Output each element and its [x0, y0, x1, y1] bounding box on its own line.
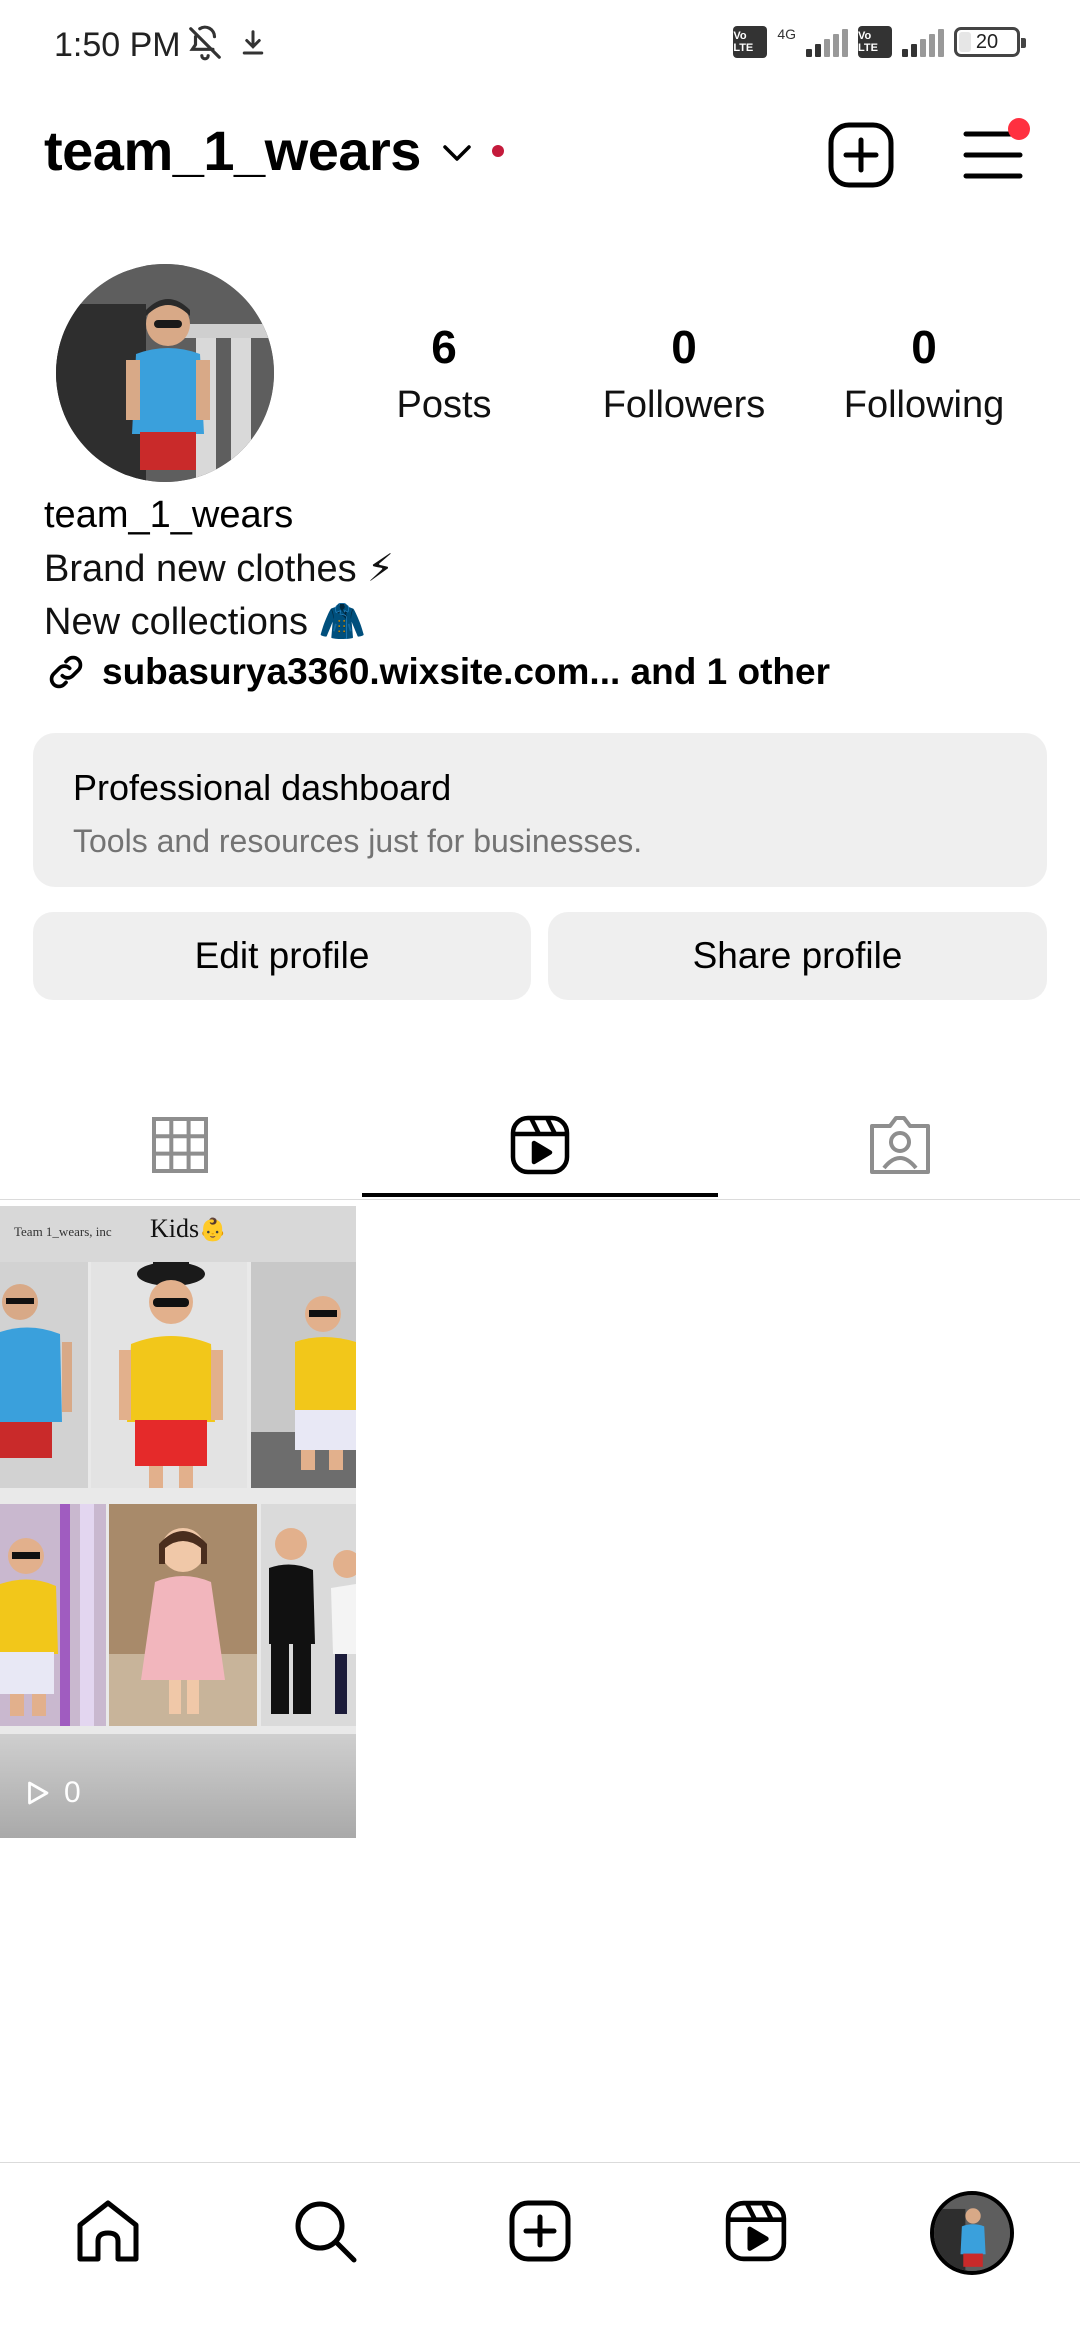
reel-photo-6 [261, 1504, 356, 1726]
reel-photo-3 [251, 1262, 356, 1488]
status-bar: 1:50 PM Vo LTE 4G Vo LTE 20 [0, 0, 1080, 96]
create-post-button[interactable] [826, 120, 896, 190]
reel-view-count-value: 0 [64, 1776, 81, 1809]
professional-dashboard[interactable]: Professional dashboard Tools and resourc… [33, 733, 1047, 887]
volte-icon: Vo LTE [733, 26, 768, 58]
posts-count-value: 6 [431, 321, 457, 373]
reel-title: Kids👶 [150, 1214, 227, 1243]
nav-profile-avatar[interactable] [930, 2191, 1014, 2275]
posts-count[interactable]: 6 Posts [334, 320, 554, 427]
bell-off-icon [189, 25, 221, 61]
followers-count[interactable]: 0 Followers [574, 320, 794, 427]
nav-avatar-photo [934, 2195, 1010, 2271]
profile-header: team_1_wears [0, 100, 1080, 210]
reel-view-count: 0 [22, 1776, 81, 1810]
notification-dot [492, 145, 504, 157]
home-icon [77, 2200, 139, 2262]
reel-brand: Team 1_wears, inc [14, 1224, 112, 1239]
tab-tagged[interactable] [720, 1090, 1080, 1200]
bottom-nav [0, 2162, 1080, 2340]
reel-tile[interactable]: Team 1_wears, inc Kids👶 0 [0, 1206, 356, 1838]
nav-search[interactable] [285, 2191, 365, 2271]
reel-photo-1 [0, 1262, 88, 1488]
link-icon [49, 655, 83, 689]
battery-icon: 20 [954, 27, 1026, 57]
signal-icon [806, 27, 848, 57]
status-time: 1:50 PM [54, 26, 181, 64]
bio-link-text: subasurya3360.wixsite.com... and 1 other [102, 651, 830, 692]
network-type-label: 4G [777, 26, 796, 42]
posts-count-label: Posts [396, 384, 492, 426]
dashboard-subtitle: Tools and resources just for businesses. [73, 823, 643, 859]
bio-line-2: New collections 🧥 [44, 601, 366, 643]
following-count-value: 0 [911, 321, 937, 373]
following-count[interactable]: 0 Following [814, 320, 1034, 427]
tagged-icon [870, 1116, 930, 1174]
followers-count-value: 0 [671, 321, 697, 373]
play-icon [28, 1781, 49, 1805]
menu-notification-dot [1008, 118, 1030, 140]
profile-name: team_1_wears [44, 494, 294, 536]
followers-count-label: Followers [602, 384, 766, 426]
battery-fill [959, 32, 971, 52]
reel-photo-5 [109, 1504, 257, 1726]
share-profile-button[interactable]: Share profile [548, 912, 1047, 1000]
nav-reels[interactable] [716, 2191, 796, 2271]
active-tab-indicator [362, 1193, 718, 1197]
download-icon [242, 30, 264, 55]
profile-tabs [0, 1090, 1080, 1200]
search-icon [295, 2201, 357, 2263]
reels-icon [510, 1115, 570, 1175]
grid-icon [152, 1117, 208, 1173]
following-count-label: Following [843, 384, 1005, 426]
dashboard-title: Professional dashboard [73, 767, 452, 808]
avatar-photo [56, 264, 274, 482]
profile-avatar[interactable] [56, 264, 274, 482]
volte-icon-2: Vo LTE [858, 26, 892, 58]
edit-profile-button[interactable]: Edit profile [33, 912, 531, 1000]
tab-reels[interactable] [360, 1090, 720, 1200]
reels-nav-icon [725, 2200, 787, 2262]
reel-banner: Team 1_wears, inc Kids👶 [0, 1206, 356, 1262]
chevron-down-icon[interactable] [440, 142, 474, 164]
reel-photo-2 [91, 1262, 247, 1488]
bio-link[interactable]: subasurya3360.wixsite.com... and 1 other [44, 650, 830, 694]
account-switcher[interactable]: team_1_wears [44, 118, 421, 183]
nav-home[interactable] [68, 2191, 148, 2271]
reel-photo-4 [0, 1504, 106, 1726]
tab-posts-grid[interactable] [0, 1090, 360, 1200]
bio-line-1: Brand new clothes ⚡ [44, 548, 394, 590]
nav-create[interactable] [500, 2191, 580, 2271]
battery-level: 20 [975, 30, 999, 53]
add-icon [509, 2200, 571, 2262]
signal-icon-2 [902, 27, 944, 57]
